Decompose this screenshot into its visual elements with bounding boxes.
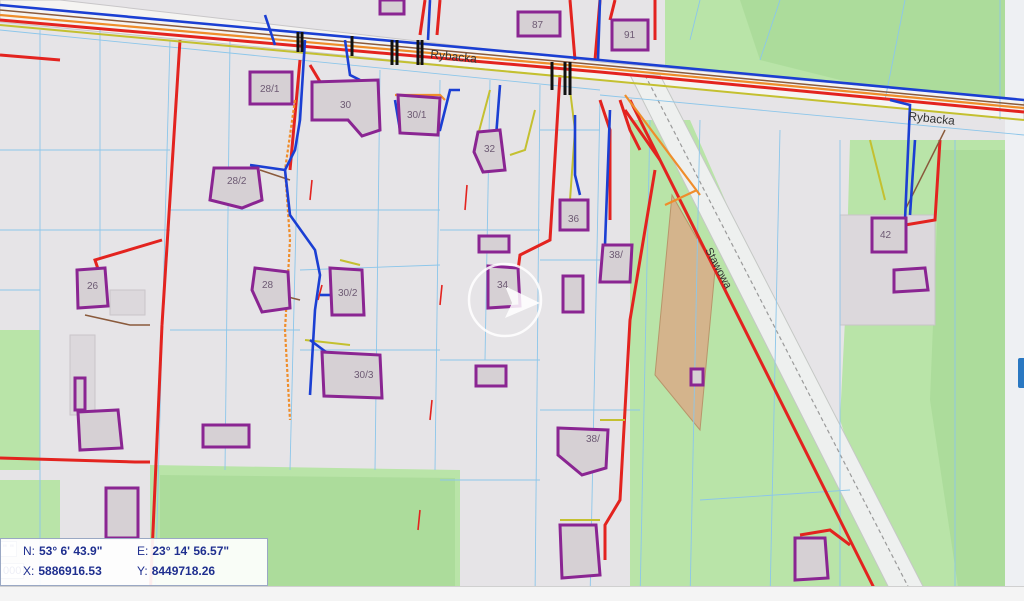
x-value: 5886916.53: [38, 564, 102, 578]
house-number: 28: [262, 280, 274, 291]
building-se: [558, 523, 602, 580]
building-s4: [477, 234, 511, 254]
building-sw: [76, 408, 124, 452]
house-number: 30/2: [338, 288, 358, 299]
house-number: 32: [484, 144, 496, 155]
house-number: 28/2: [227, 176, 247, 187]
y-value: 8449718.26: [151, 564, 216, 578]
building-s: [104, 486, 140, 540]
building-42-ext: [892, 266, 930, 294]
east-value: 23° 14' 56.57": [152, 544, 230, 558]
building-s3: [474, 364, 508, 388]
house-number: 30/3: [354, 370, 374, 381]
house-number: 28/1: [260, 84, 280, 95]
building-s2: [201, 423, 251, 449]
house-number: 30: [340, 100, 352, 111]
map-canvas[interactable]: Rybacka Rybacka Stawowa 87 91 28/1 30 30…: [0, 0, 1024, 600]
north-label: N:: [23, 544, 35, 558]
house-number: 26: [87, 281, 99, 292]
house-number: 38/: [586, 434, 600, 445]
east-label: E:: [137, 544, 149, 558]
east-coordinate: E: 23° 14' 56.57": [137, 544, 229, 558]
house-number: 42: [880, 230, 892, 241]
house-number: 87: [532, 20, 544, 31]
building-n: [378, 0, 406, 16]
building-s5: [561, 274, 585, 314]
building-w: [73, 376, 87, 412]
y-coordinate: Y: 8449718.26: [137, 564, 215, 578]
edge-strip: [1005, 0, 1024, 600]
x-coordinate: X: 5886916.53: [23, 564, 102, 578]
house-number: 38/: [609, 250, 623, 261]
coordinate-panel: N: 53° 6' 43.9" E: 23° 14' 56.57" X: 588691…: [0, 538, 268, 586]
house-number: 36: [568, 214, 580, 225]
building-far-se: [793, 536, 830, 582]
house-number: 91: [624, 30, 636, 41]
side-panel-tab[interactable]: [1018, 358, 1024, 388]
north-coordinate: N: 53° 6' 43.9": [23, 544, 102, 558]
house-number: 30/1: [407, 110, 427, 121]
x-label: X:: [23, 564, 35, 578]
house-number: 34: [497, 280, 509, 291]
bottom-status-strip: [0, 586, 1024, 601]
y-label: Y:: [137, 564, 148, 578]
building-28-2: [208, 166, 264, 210]
north-value: 53° 6' 43.9": [39, 544, 103, 558]
building-s6: [689, 367, 705, 387]
